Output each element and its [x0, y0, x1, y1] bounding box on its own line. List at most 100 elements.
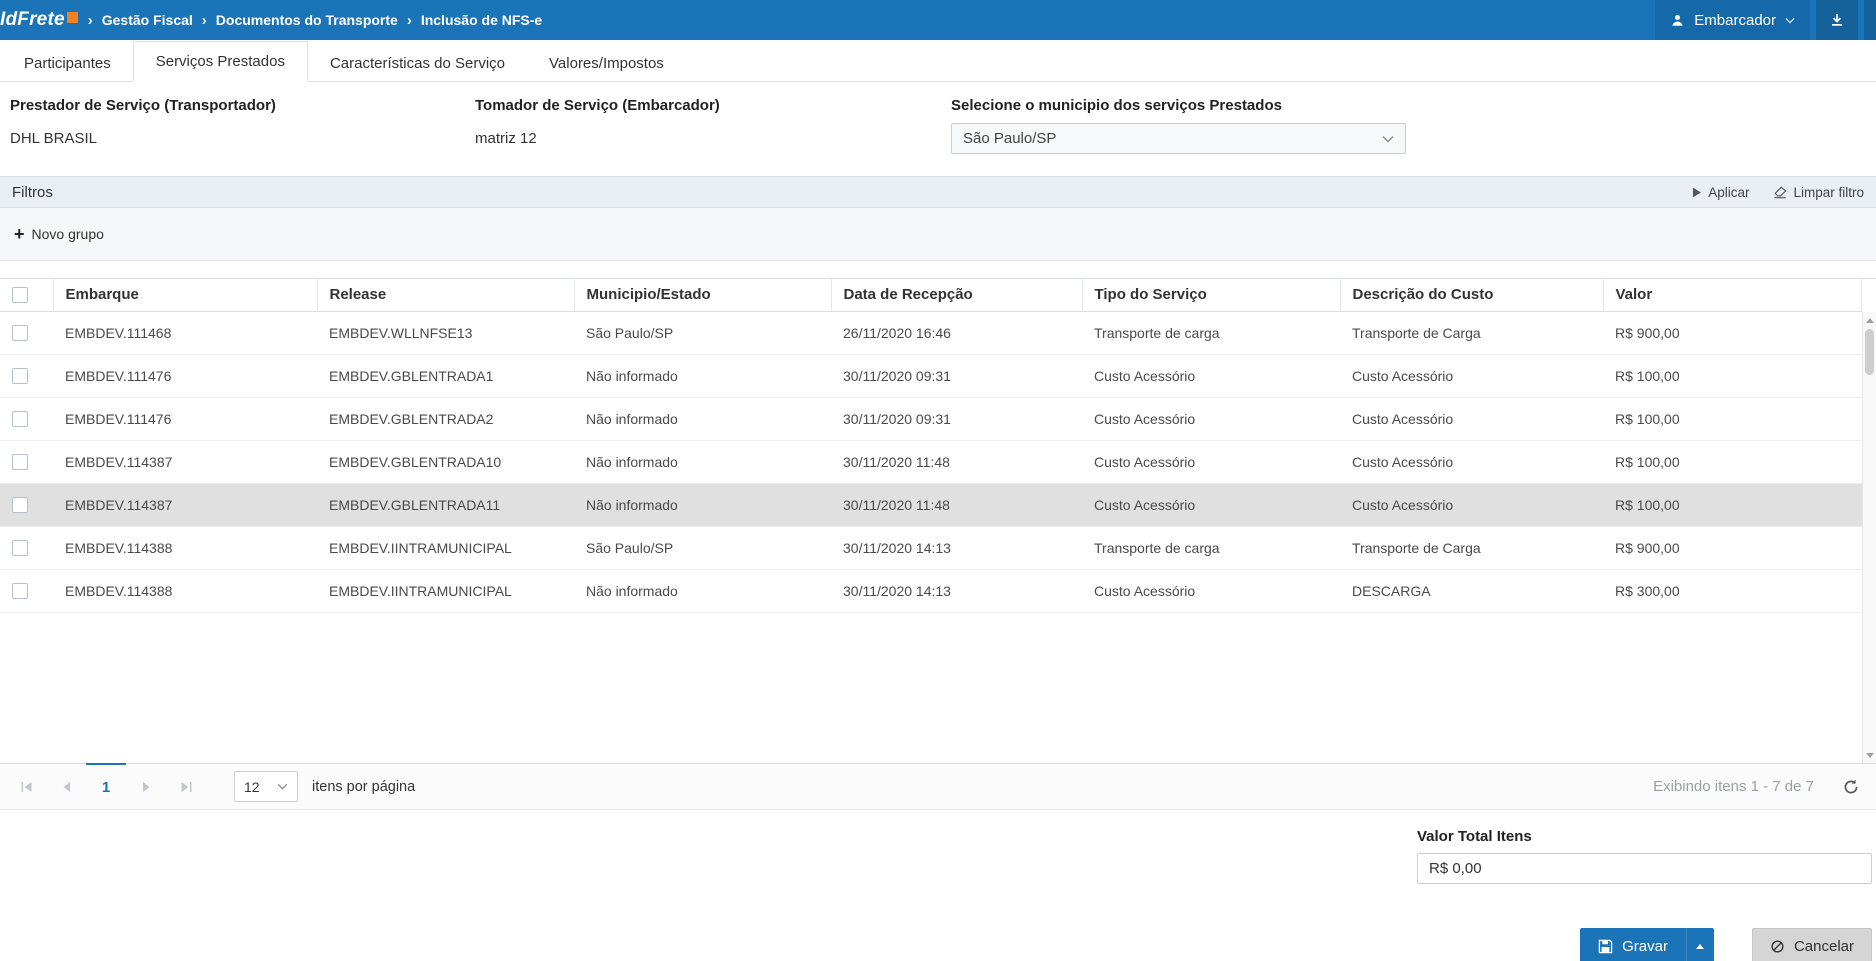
cancel-button[interactable]: Cancelar — [1751, 928, 1872, 961]
total-items-label: Valor Total Itens — [1417, 828, 1532, 845]
vertical-scrollbar[interactable] — [1862, 312, 1876, 763]
cancel-icon — [1771, 939, 1784, 953]
table-row[interactable]: EMBDEV.114387 EMBDEV.GBLENTRADA11 Não info… — [0, 483, 1862, 527]
tab-bar: Participantes Serviços Prestados Caracte… — [0, 40, 1876, 82]
clear-filter-button[interactable]: Limpar filtro — [1773, 185, 1864, 200]
column-header-municipio-estado[interactable]: Municipio/Estado — [574, 279, 832, 312]
refresh-icon — [1844, 779, 1858, 793]
plus-icon: + — [14, 224, 25, 244]
play-icon — [1693, 187, 1702, 197]
tab-valores-impostos[interactable]: Valores/Impostos — [527, 45, 686, 81]
row-checkbox[interactable] — [12, 540, 28, 557]
table-cell: Custo Acessório — [1340, 440, 1603, 484]
table-cell: EMBDEV.114388 — [53, 569, 317, 613]
table-cell: Transporte de Carga — [1340, 526, 1603, 570]
scrollbar-thumb[interactable] — [1865, 329, 1874, 375]
save-button[interactable]: Gravar — [1580, 928, 1686, 961]
save-icon — [1598, 939, 1613, 953]
scroll-up-icon[interactable] — [1863, 313, 1876, 327]
save-button-label: Gravar — [1622, 937, 1668, 955]
seek-first-icon — [21, 781, 31, 792]
table-row[interactable]: EMBDEV.114388 EMBDEV.IINTRAMUNICIPAL Não i… — [0, 569, 1862, 613]
items-per-page-label: itens por página — [312, 778, 416, 795]
row-checkbox-cell — [0, 526, 53, 570]
table-cell: R$ 100,00 — [1603, 397, 1862, 441]
first-page-button[interactable] — [6, 763, 46, 810]
new-group-button[interactable]: + Novo grupo — [14, 225, 104, 243]
municipio-select[interactable]: São Paulo/SP — [951, 123, 1406, 154]
column-header-valor[interactable]: Valor — [1603, 279, 1862, 312]
row-checkbox[interactable] — [12, 454, 28, 471]
table-row[interactable]: EMBDEV.114387 EMBDEV.GBLENTRADA10 Não info… — [0, 440, 1862, 484]
table-cell: EMBDEV.WLLNFSE13 — [317, 311, 574, 355]
user-menu[interactable]: Embarcador — [1655, 0, 1810, 40]
column-header-release[interactable]: Release — [317, 279, 575, 312]
table-cell: R$ 100,00 — [1603, 354, 1862, 398]
clear-filter-label: Limpar filtro — [1793, 184, 1864, 200]
pager-status: Exibindo itens 1 - 7 de 7 — [1653, 778, 1814, 795]
pagination-bar: 1 12 itens por página Exibindo itens 1 -… — [0, 763, 1876, 810]
scroll-down-icon[interactable] — [1863, 748, 1876, 762]
next-page-button[interactable] — [126, 763, 166, 810]
row-checkbox[interactable] — [12, 497, 28, 514]
refresh-button[interactable] — [1842, 778, 1860, 796]
prestador-label: Prestador de Serviço (Transportador) — [10, 97, 276, 114]
user-role-label: Embarcador — [1694, 11, 1776, 29]
row-checkbox-cell — [0, 440, 53, 484]
service-form: Prestador de Serviço (Transportador) DHL… — [0, 82, 1876, 176]
download-button[interactable] — [1816, 0, 1858, 40]
tomador-label: Tomador de Serviço (Embarcador) — [475, 97, 720, 114]
person-icon — [1672, 14, 1683, 26]
page-size-select[interactable]: 12 — [234, 771, 298, 802]
eraser-icon — [1774, 186, 1787, 198]
row-checkbox[interactable] — [12, 583, 28, 600]
breadcrumb-gestao-fiscal[interactable]: Gestão Fiscal — [102, 12, 193, 28]
table-row[interactable]: EMBDEV.114388 EMBDEV.IINTRAMUNICIPAL São P… — [0, 526, 1862, 570]
cancel-button-label: Cancelar — [1793, 937, 1854, 955]
column-header-tipo-servico[interactable]: Tipo do Serviço — [1082, 279, 1341, 312]
table-body: EMBDEV.111468 EMBDEV.WLLNFSE13 São Paulo/S… — [0, 311, 1862, 613]
select-all-checkbox[interactable] — [12, 287, 28, 304]
tab-servicos-prestados[interactable]: Serviços Prestados — [132, 41, 308, 82]
table-cell: São Paulo/SP — [574, 526, 831, 570]
chevron-right-icon — [202, 12, 207, 29]
row-checkbox-cell — [0, 397, 53, 441]
municipio-field: Selecione o municipio dos serviços Prest… — [951, 97, 1406, 154]
last-page-button[interactable] — [166, 763, 206, 810]
table-cell: Não informado — [574, 483, 831, 527]
row-checkbox[interactable] — [12, 411, 28, 428]
previous-page-button[interactable] — [46, 763, 86, 810]
table-cell: Transporte de Carga — [1340, 311, 1603, 355]
chevron-right-icon — [88, 12, 93, 29]
table-cell: Não informado — [574, 397, 831, 441]
total-items-input[interactable]: R$ 0,00 — [1417, 853, 1872, 884]
select-all-cell — [0, 279, 54, 312]
apply-filter-button[interactable]: Aplicar — [1692, 185, 1749, 200]
chevron-down-icon — [1785, 17, 1795, 24]
table-cell: Não informado — [574, 569, 831, 613]
table-cell: EMBDEV.GBLENTRADA1 — [317, 354, 574, 398]
logo-text: IdFrete — [0, 9, 65, 30]
tab-caracteristicas-servico[interactable]: Características do Serviço — [308, 45, 527, 81]
arrow-left-icon — [63, 781, 70, 792]
row-checkbox[interactable] — [12, 368, 28, 385]
app-logo[interactable]: IdFrete — [0, 9, 78, 31]
column-header-descricao-custo[interactable]: Descrição do Custo — [1340, 279, 1604, 312]
table-row[interactable]: EMBDEV.111476 EMBDEV.GBLENTRADA1 Não infor… — [0, 354, 1862, 398]
table-cell: EMBDEV.111468 — [53, 311, 317, 355]
current-page-button[interactable]: 1 — [86, 763, 126, 810]
column-header-data-recepcao[interactable]: Data de Recepção — [831, 279, 1083, 312]
breadcrumb-inclusao-nfse[interactable]: Inclusão de NFS-e — [421, 12, 542, 28]
table-cell: Custo Acessório — [1340, 354, 1603, 398]
save-options-button[interactable] — [1685, 928, 1714, 961]
tab-participantes[interactable]: Participantes — [2, 45, 133, 81]
table-cell: EMBDEV.114388 — [53, 526, 317, 570]
table-row[interactable]: EMBDEV.111476 EMBDEV.GBLENTRADA2 Não infor… — [0, 397, 1862, 441]
table-cell: EMBDEV.111476 — [53, 397, 317, 441]
table-row[interactable]: EMBDEV.111468 EMBDEV.WLLNFSE13 São Paulo/S… — [0, 311, 1862, 355]
breadcrumb-documentos-transporte[interactable]: Documentos do Transporte — [216, 12, 398, 28]
help-button[interactable]: ? — [1864, 0, 1876, 40]
row-checkbox[interactable] — [12, 325, 28, 342]
table-cell: R$ 900,00 — [1603, 526, 1862, 570]
column-header-embarque[interactable]: Embarque — [53, 279, 318, 312]
